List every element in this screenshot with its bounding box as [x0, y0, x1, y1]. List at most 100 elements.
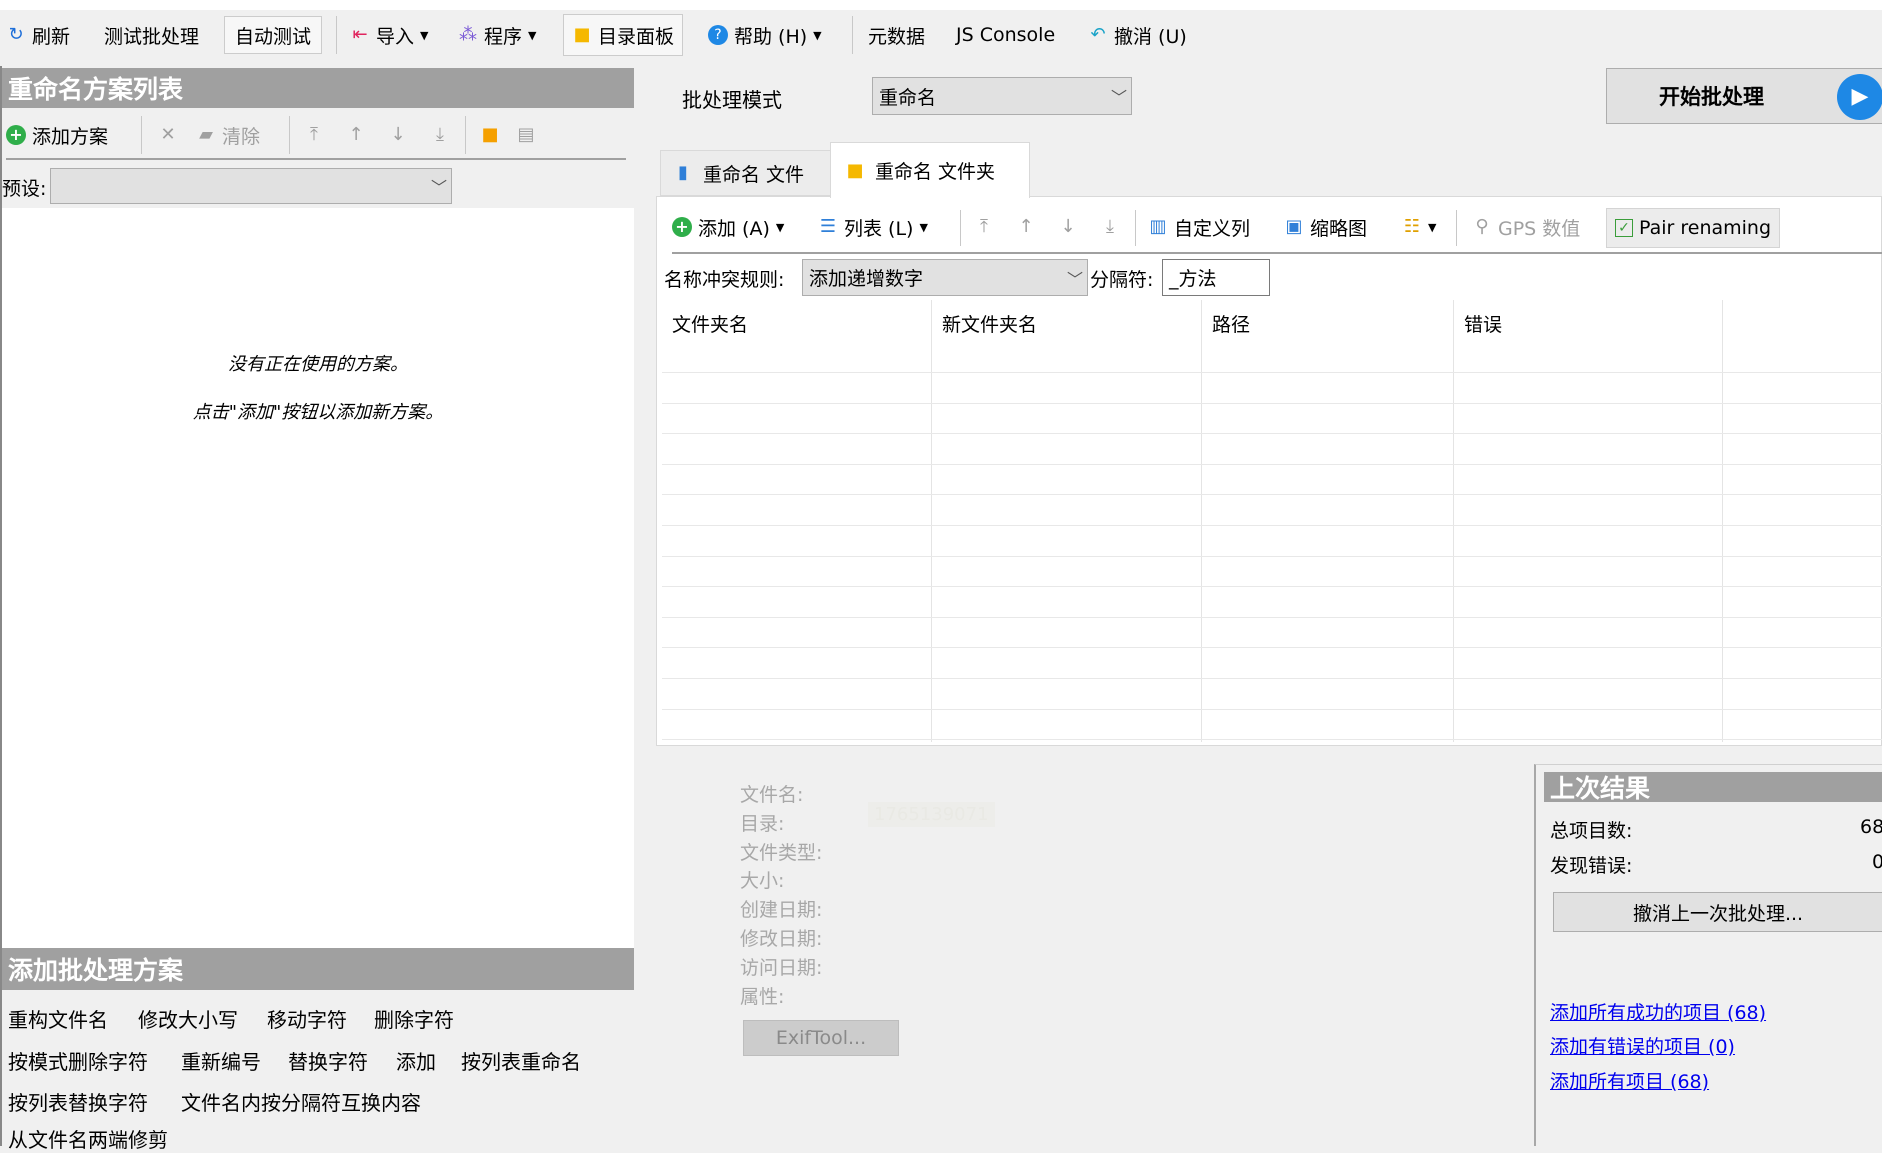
exiftool-button[interactable]: ExifTool...	[743, 1020, 899, 1056]
refresh-button[interactable]: ↻ 刷新	[6, 12, 70, 58]
plugin-item[interactable]: 按列表重命名	[461, 1046, 581, 1075]
thumbnail-button[interactable]: ▣ 缩略图	[1284, 206, 1367, 248]
refresh-label: 刷新	[32, 25, 71, 48]
js-console-button[interactable]: JS Console	[956, 12, 1055, 58]
toolbar-separator	[289, 116, 290, 154]
program-button[interactable]: ⁂ 程序 ▼	[458, 12, 536, 58]
add-button[interactable]: + 添加 (A) ▼	[672, 206, 784, 248]
add-errors-link[interactable]: 添加有错误的项目 (0)	[1550, 1032, 1735, 1059]
chevron-down-icon: ﹀	[1066, 269, 1083, 289]
column-divider	[1722, 300, 1723, 742]
grid-row-line	[662, 494, 1882, 496]
column-header-folder-name[interactable]: 文件夹名	[672, 310, 748, 337]
grid-row-line	[662, 402, 1882, 404]
program-label: 程序	[484, 25, 523, 48]
gps-button[interactable]: ⚲ GPS 数值	[1472, 206, 1580, 248]
thumbnail-label: 缩略图	[1310, 217, 1368, 240]
view-options-button[interactable]: ☷ ▼	[1402, 206, 1437, 248]
plugin-item[interactable]: 替换字符	[288, 1046, 368, 1075]
plugin-item[interactable]: 按列表替换字符	[8, 1087, 148, 1116]
import-button[interactable]: ⇤ 导入 ▼	[350, 12, 428, 58]
add-scheme-button[interactable]: + 添加方案	[6, 114, 108, 156]
custom-columns-button[interactable]: ▥ 自定义列	[1148, 206, 1250, 248]
plugin-item[interactable]: 移动字符	[267, 1004, 347, 1033]
plugin-item[interactable]: 从文件名两端修剪	[8, 1124, 168, 1153]
info-label: 访问日期:	[740, 956, 823, 979]
add-all-link[interactable]: 添加所有项目 (68)	[1550, 1067, 1709, 1094]
divider	[672, 252, 1882, 254]
plugin-item[interactable]: 删除字符	[374, 1004, 454, 1033]
move-down-icon[interactable]: ↓	[388, 125, 408, 145]
move-top-icon[interactable]: ⤒	[974, 217, 994, 237]
test-batch-button[interactable]: 测试批处理	[104, 12, 199, 58]
scheme-list[interactable]: 没有正在使用的方案。 点击"添加"按钮以添加新方案。	[2, 208, 634, 948]
move-bottom-icon[interactable]: ⤓	[1100, 217, 1120, 237]
help-button[interactable]: ? 帮助 (H) ▼	[708, 12, 822, 58]
tab-rename-folders[interactable]: ■ 重命名 文件夹	[830, 142, 1030, 198]
mode-select[interactable]: 重命名 ﹀	[872, 77, 1132, 115]
refresh-icon: ↻	[8, 24, 24, 45]
dropdown-arrow-icon: ▼	[775, 220, 785, 234]
open-folder-icon[interactable]: ■	[480, 125, 500, 145]
toolbar-separator	[960, 210, 961, 246]
total-value: 68	[1860, 816, 1882, 838]
plugin-item[interactable]: 按模式删除字符	[8, 1046, 148, 1075]
dir-panel-button[interactable]: ■ 目录面板	[563, 14, 684, 56]
column-header-path[interactable]: 路径	[1212, 310, 1250, 337]
separator-input[interactable]: _方法	[1162, 259, 1270, 296]
divider	[6, 158, 626, 160]
plugin-item[interactable]: 添加	[396, 1046, 436, 1075]
list-button[interactable]: ☰ 列表 (L) ▼	[818, 206, 928, 248]
scheme-list-header: 重命名方案列表	[2, 68, 634, 108]
save-icon[interactable]: ▤	[516, 125, 536, 145]
metadata-button[interactable]: 元数据	[868, 12, 925, 58]
move-up-icon[interactable]: ↑	[346, 125, 366, 145]
undo-last-batch-button[interactable]: 撤消上一次批处理...	[1553, 892, 1882, 932]
column-divider	[1453, 300, 1454, 742]
dropdown-arrow-icon: ▼	[528, 28, 537, 42]
auto-test-button[interactable]: 自动测试	[224, 16, 323, 54]
plugin-item[interactable]: 重构文件名	[8, 1004, 108, 1033]
plugin-item[interactable]: 修改大小写	[138, 1004, 238, 1033]
move-down-icon[interactable]: ↓	[1058, 217, 1078, 237]
grid-row-line	[662, 463, 1882, 465]
add-successful-link[interactable]: 添加所有成功的项目 (68)	[1550, 998, 1766, 1025]
dropdown-arrow-icon: ▼	[919, 220, 928, 234]
list-label: 列表 (L)	[844, 217, 914, 240]
pair-renaming-label: Pair renaming	[1639, 217, 1772, 239]
start-batch-button[interactable]: 开始批处理 ▶	[1606, 68, 1882, 124]
test-batch-label: 测试批处理	[104, 25, 200, 48]
toolbar-separator	[336, 16, 337, 54]
file-icon: ▮	[678, 162, 688, 183]
preset-select[interactable]: ﹀	[50, 168, 452, 204]
column-divider	[1201, 300, 1202, 742]
column-header-new-folder-name[interactable]: 新文件夹名	[942, 310, 1037, 337]
move-bottom-icon[interactable]: ⤓	[430, 125, 450, 145]
play-icon: ▶	[1837, 74, 1882, 120]
plugin-item[interactable]: 文件名内按分隔符互换内容	[181, 1087, 421, 1116]
folder-icon: ■	[573, 24, 591, 45]
custom-columns-label: 自定义列	[1174, 217, 1251, 240]
clear-button[interactable]: ▰ 清除	[196, 114, 260, 156]
conflict-value: 添加递增数字	[809, 268, 924, 290]
info-label: 文件类型:	[740, 841, 823, 864]
move-top-icon[interactable]: ⤒	[304, 125, 324, 145]
image-icon: ▣	[1285, 216, 1303, 237]
preset-label: 预设:	[2, 178, 47, 200]
dropdown-arrow-icon: ▼	[813, 28, 822, 42]
tab-rename-files[interactable]: ▮ 重命名 文件	[660, 150, 832, 196]
tab-label: 重命名 文件夹	[875, 161, 996, 183]
plugin-item[interactable]: 重新编号	[181, 1046, 261, 1075]
eraser-icon: ▰	[199, 124, 213, 145]
column-header-error[interactable]: 错误	[1464, 310, 1502, 337]
separator-label: 分隔符:	[1090, 269, 1154, 291]
mode-value: 重命名	[879, 86, 937, 109]
dropdown-arrow-icon: ▼	[420, 28, 429, 42]
conflict-select[interactable]: 添加递增数字 ﹀	[802, 259, 1088, 296]
grid-row-line	[662, 586, 1882, 588]
undo-button[interactable]: ↶ 撤消 (U)	[1088, 12, 1186, 58]
move-up-icon[interactable]: ↑	[1016, 217, 1036, 237]
pair-renaming-toggle[interactable]: ✓ Pair renaming	[1606, 208, 1781, 248]
remove-button[interactable]: ✕	[158, 114, 178, 156]
total-label: 总项目数:	[1550, 820, 1633, 842]
